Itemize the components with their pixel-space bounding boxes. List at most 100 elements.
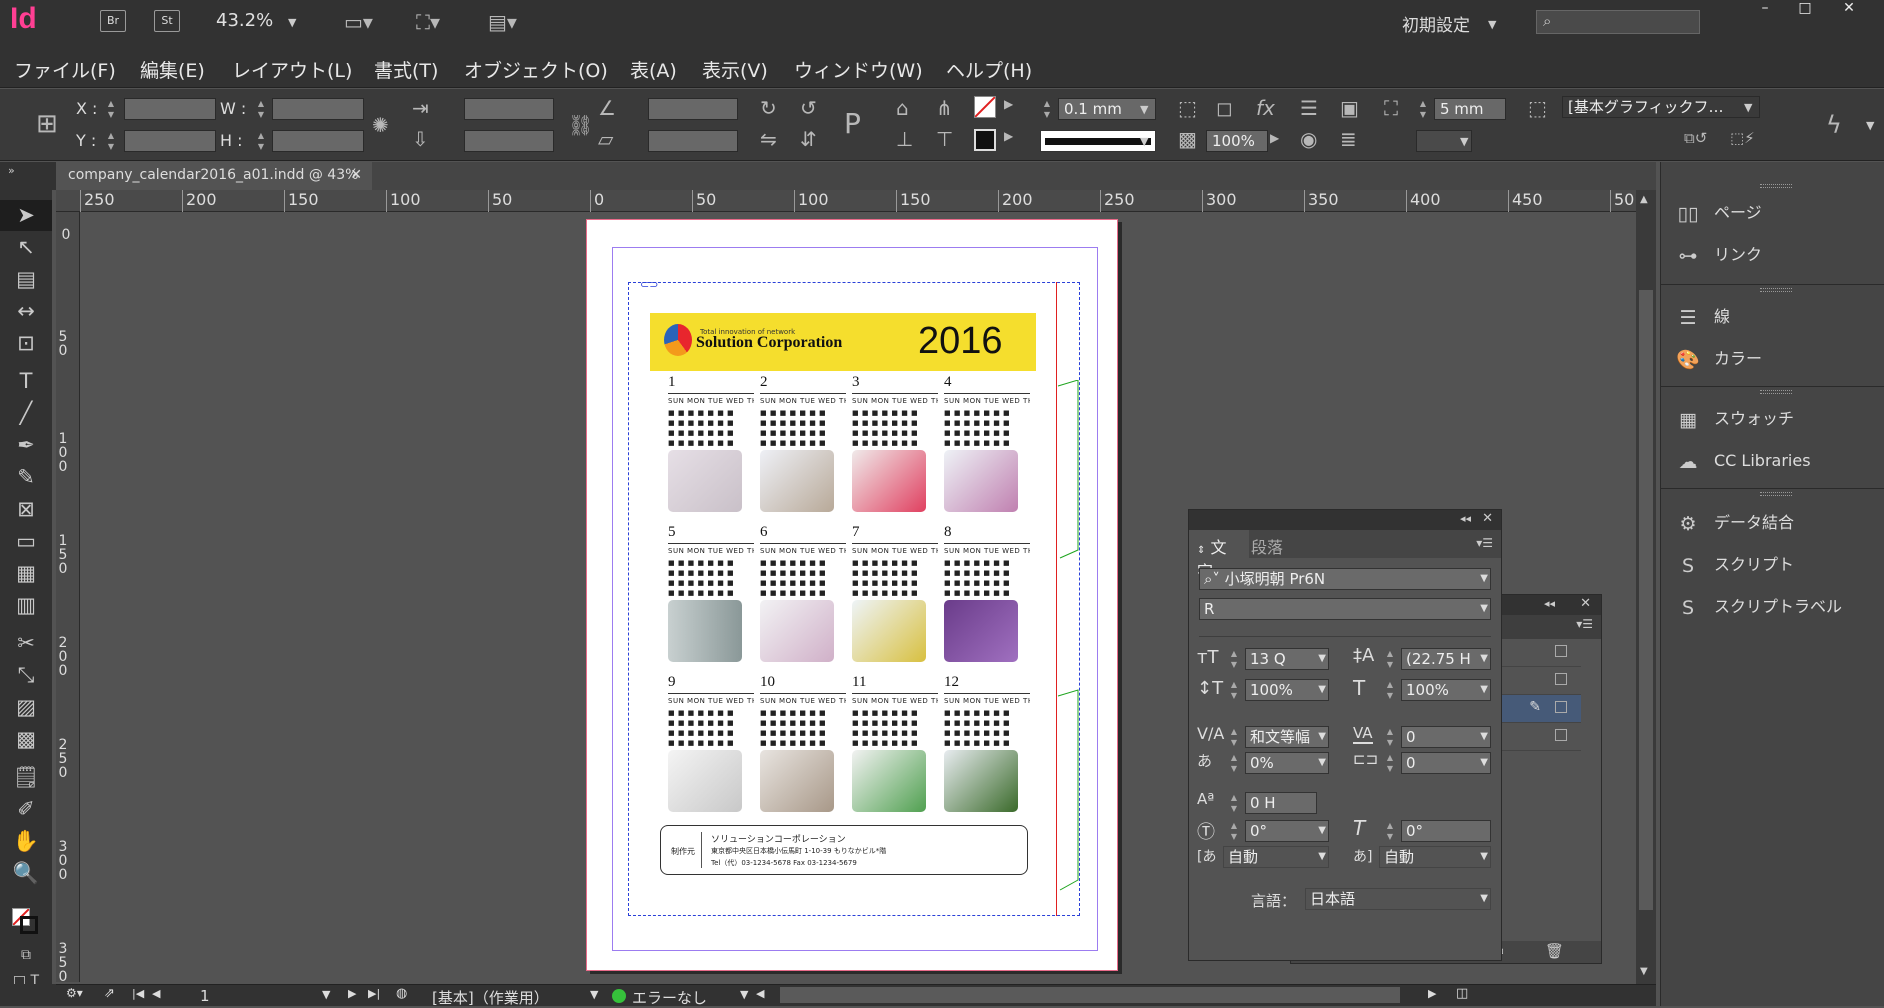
stroke-type-select[interactable] (1040, 130, 1156, 152)
panel-cc-libraries[interactable]: ☁ CC Libraries (1676, 444, 1811, 478)
menu-table[interactable]: 表(A) (630, 56, 677, 83)
note-tool-icon[interactable]: 🗒 (0, 762, 52, 793)
transform-content-icon[interactable]: ✺ (372, 113, 389, 137)
character-menu-icon[interactable]: ▾☰ (1476, 536, 1493, 550)
flip-horizontal-icon[interactable]: ⇋ (760, 127, 777, 151)
panel-color[interactable]: 🎨 カラー (1676, 342, 1762, 376)
gap-tool-icon[interactable]: ↔ (0, 296, 52, 327)
text-wrap-jump-icon[interactable]: ≣ (1340, 127, 1357, 151)
panel-grip[interactable] (1760, 288, 1792, 292)
workspace-switcher[interactable]: 初期設定 (1402, 11, 1470, 36)
select-content-icon[interactable]: ⋔ (936, 96, 953, 120)
aki-before-select[interactable]: 自動 ▼ (1223, 846, 1329, 868)
aki-stepper[interactable]: ▲ ▼ (1383, 752, 1397, 774)
layer-target-icon[interactable] (1555, 645, 1567, 657)
text-wrap-box-icon[interactable]: ▣ (1340, 96, 1359, 120)
panel-scripts[interactable]: S スクリプト (1676, 548, 1794, 582)
stroke-swatch[interactable] (974, 129, 996, 151)
scroll-up-icon[interactable]: ▲ (1640, 194, 1648, 205)
split-layout-icon[interactable]: ◫ (1456, 986, 1468, 1001)
frame-grid-tool-icon[interactable]: ▦ (0, 558, 52, 589)
close-window-button[interactable]: ✕ (1830, 0, 1868, 22)
skew-field[interactable]: 0° (1401, 820, 1491, 842)
rectangle-frame-tool-icon[interactable]: ⊠ (0, 494, 52, 525)
pen-tool-icon[interactable]: ✒ (0, 430, 52, 461)
panel-grip[interactable] (1760, 184, 1792, 188)
content-collector-icon[interactable]: ⊡ (0, 328, 52, 359)
kerning-field[interactable]: 和文等幅 ▼ (1245, 726, 1329, 748)
rotate-cw-icon[interactable]: ↻ (760, 96, 777, 120)
character-rotation-field[interactable]: 0° ▼ (1245, 820, 1329, 842)
link-badge-icon[interactable]: ⊂⊃ (640, 278, 658, 291)
collapse-panel-icon[interactable]: ◂◂ (1460, 512, 1471, 525)
scale-x-field[interactable] (464, 98, 554, 120)
scale-y-icon[interactable]: ⇩ (412, 127, 429, 151)
search-input[interactable]: ⌕ (1536, 10, 1700, 34)
scroll-thumb[interactable] (1639, 290, 1653, 910)
page-tool-icon[interactable]: ▤ (0, 264, 52, 295)
menu-object[interactable]: オブジェクト(O) (464, 56, 608, 83)
first-page-icon[interactable]: |◀ (132, 987, 144, 1000)
corner-shape-dropdown-icon[interactable]: ▼ (1460, 135, 1468, 148)
fx-icon[interactable]: fx (1256, 96, 1275, 120)
direct-selection-tool-icon[interactable]: ↖ (0, 232, 52, 263)
object-style-select[interactable]: [基本グラフィックフ… (1562, 96, 1760, 118)
w-field[interactable] (272, 98, 364, 120)
offset-stepper[interactable]: ▲ ▼ (1416, 98, 1430, 120)
tab-character[interactable]: ⇕ 文字 (1189, 530, 1249, 581)
free-transform-tool-icon[interactable]: ⤡ (0, 660, 52, 691)
menu-help[interactable]: ヘルプ(H) (946, 56, 1032, 83)
drop-shadow-icon[interactable]: ◻ (1216, 96, 1233, 120)
stroke-menu-icon[interactable]: ▶ (1004, 129, 1013, 143)
aki-after-select[interactable]: 自動 ▼ (1379, 846, 1491, 868)
zoom-dropdown-icon[interactable]: ▼ (288, 16, 296, 29)
lightning-icon[interactable]: ϟ (1826, 111, 1842, 139)
stroke-type-dropdown-icon[interactable]: ▼ (1140, 135, 1148, 148)
panel-pages[interactable]: ▯▯ ページ (1676, 196, 1762, 230)
gradient-swatch-tool-icon[interactable]: ▨ (0, 692, 52, 723)
trash-icon[interactable]: 🗑 (1545, 942, 1564, 960)
menu-file[interactable]: ファイル(F) (14, 56, 116, 83)
leading-field[interactable]: (22.75 H ▼ (1401, 648, 1491, 670)
preflight-dropdown-icon[interactable]: ▼ (740, 988, 748, 1001)
panel-grip[interactable] (1760, 492, 1792, 496)
horizontal-scroll-thumb[interactable] (780, 987, 1400, 1003)
vertical-scale-stepper[interactable]: ▲ ▼ (1227, 679, 1241, 701)
panel-script-label[interactable]: S スクリプトラベル (1676, 590, 1842, 624)
master-dropdown-icon[interactable]: ▼ (590, 988, 598, 1001)
select-container-icon[interactable]: ⌂ (896, 96, 909, 120)
open-page-icon[interactable]: ⇗ (104, 986, 115, 1001)
last-page-icon[interactable]: ▶| (368, 987, 380, 1000)
view-options-icon[interactable]: ▭▾ (344, 10, 373, 34)
stroke-indicator[interactable] (20, 916, 38, 934)
tracking-field[interactable]: 0 ▼ (1401, 726, 1491, 748)
next-page-icon[interactable]: ▶ (348, 987, 356, 1000)
y-stepper[interactable]: ▲ ▼ (104, 130, 118, 152)
layer-target-icon[interactable] (1555, 701, 1567, 713)
layer-target-icon[interactable] (1555, 673, 1567, 685)
preflight-status-text[interactable]: エラーなし (632, 987, 707, 1008)
layers-menu-icon[interactable]: ▾☰ (1576, 617, 1593, 631)
offset-field[interactable]: 5 mm (1434, 98, 1506, 120)
shear-field[interactable] (648, 130, 738, 152)
type-tool-icon[interactable]: T (0, 366, 52, 397)
zoom-level[interactable]: 43.2% (216, 10, 273, 31)
bridge-button[interactable]: Br (100, 10, 126, 32)
close-panel-icon[interactable]: ✕ (1482, 511, 1493, 526)
screen-mode-icon[interactable]: ⛶▾ (416, 10, 440, 34)
minimize-button[interactable]: – (1746, 0, 1784, 22)
tools-collapse-icon[interactable]: » (0, 162, 56, 190)
vertical-scrollbar[interactable]: ▲ ▼ (1636, 190, 1656, 984)
close-panel-icon[interactable]: ✕ (1580, 596, 1591, 611)
language-select[interactable]: 日本語 ▼ (1305, 888, 1491, 910)
reference-point-icon[interactable]: ⊞ (36, 109, 58, 139)
scroll-down-icon[interactable]: ▼ (1640, 966, 1648, 977)
status-menu-icon[interactable]: ⚙▾ (66, 986, 83, 1000)
menu-layout[interactable]: レイアウト(L) (232, 56, 352, 83)
h-field[interactable] (272, 130, 364, 152)
select-previous-icon[interactable]: ⊥ (896, 127, 913, 151)
shear-angle-icon[interactable]: ▱ (598, 127, 613, 151)
scroll-left-icon[interactable]: ◀ (756, 987, 764, 1000)
x-field[interactable] (124, 98, 216, 120)
kerning-stepper[interactable]: ▲ ▼ (1227, 726, 1241, 748)
